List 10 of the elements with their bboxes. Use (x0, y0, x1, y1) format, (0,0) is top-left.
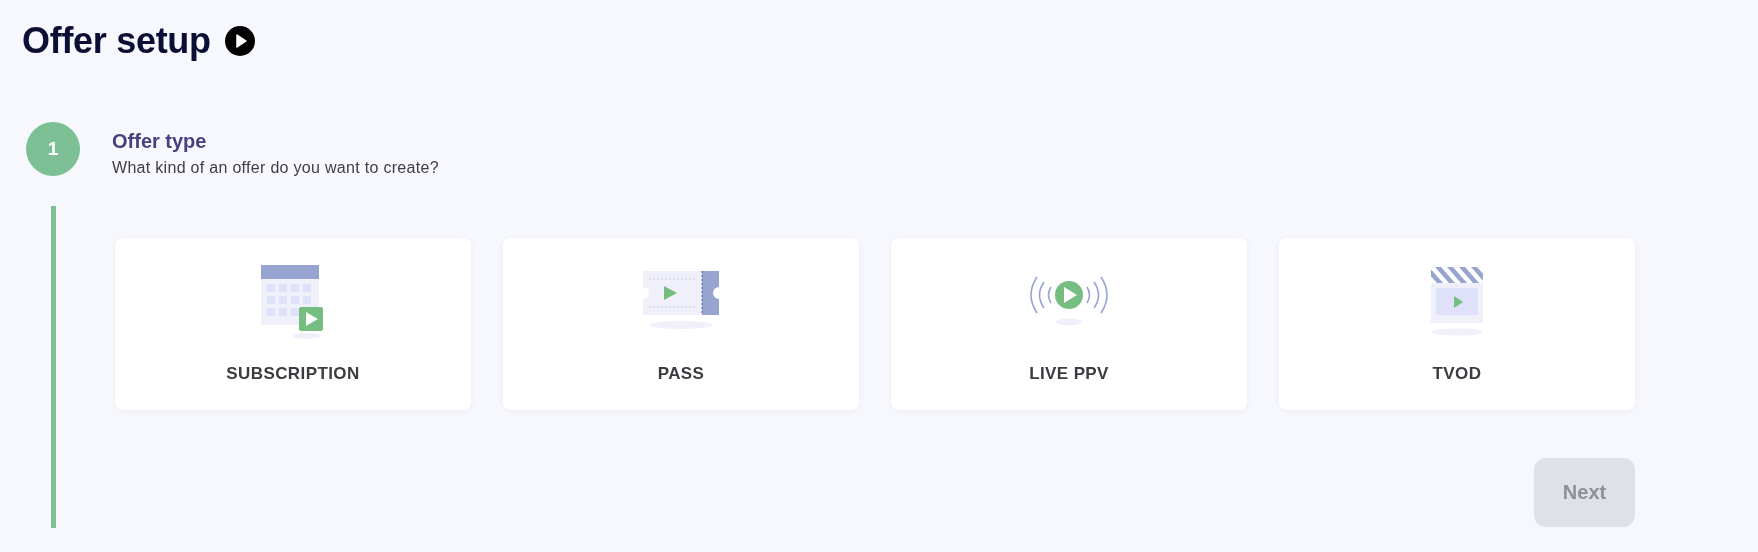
offer-type-card[interactable]: TVOD (1279, 238, 1635, 410)
offer-type-card[interactable]: PASS (503, 238, 859, 410)
play-icon[interactable] (224, 26, 255, 56)
offer-type-card[interactable]: SUBSCRIPTION (115, 238, 471, 410)
clapperboard-play-icon (1429, 265, 1485, 337)
step-subtitle: What kind of an offer do you want to create? (112, 159, 439, 177)
offer-type-card[interactable]: LIVE PPV (891, 238, 1247, 410)
step-number: 1 (26, 122, 80, 176)
page-title: Offer setup (22, 20, 211, 62)
step-title: Offer type (112, 130, 208, 153)
